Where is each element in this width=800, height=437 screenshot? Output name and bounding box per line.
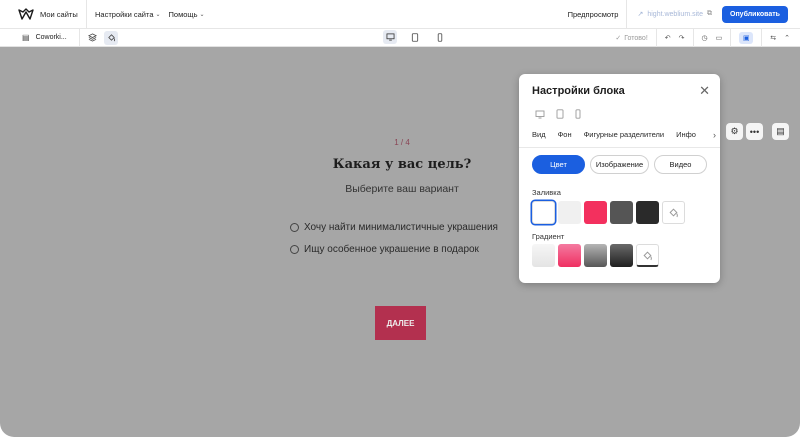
menu-site-settings-label: Настройки сайта [95,9,154,19]
answer-option-label: Ищу особенное украшение в подарок [304,244,479,255]
editor-toolbar: ▤ Coworki... ✓ Готово! ↶ ↷ ◷ ▭ ▣ ⇆ ⌃ [0,29,800,47]
paint-bucket-icon[interactable] [104,30,118,45]
paint-bucket-icon [669,208,678,218]
bg-type-video[interactable]: Видео [654,155,707,174]
tablet-icon[interactable] [408,30,422,44]
tab-view[interactable]: Вид [532,130,546,148]
tablet-icon[interactable] [556,106,564,124]
tab-info[interactable]: Инфо [676,130,696,148]
comments-icon[interactable]: ▭ [716,34,723,42]
mobile-icon[interactable] [575,106,581,124]
desktop-icon[interactable] [535,106,545,124]
fill-label: Заливка [532,188,561,197]
paint-bucket-icon [643,250,652,260]
block-settings-panel: Настройки блока ✕ Вид Фон Фигурные разде… [519,74,720,283]
device-switcher [378,30,447,44]
answer-option-label: Хочу найти минималистичные украшения [304,222,498,233]
check-icon: ✓ [615,35,622,42]
publish-button[interactable]: Опубликовать [722,5,788,23]
menu-help[interactable]: Помощь ⌄ [169,10,205,19]
external-link-icon: ↗ [637,11,644,18]
close-icon[interactable]: ✕ [699,84,710,97]
brand-label: Мои сайты [40,9,78,19]
fill-swatch-gray[interactable] [610,201,633,224]
gradient-swatch-none[interactable] [636,244,659,267]
tab-background[interactable]: Фон [557,130,572,148]
gradient-swatch-pink[interactable] [558,244,581,267]
app-window: Мои сайты Настройки сайта ⌄ Помощь ⌄ Пре… [0,0,800,437]
desktop-icon[interactable] [383,30,397,44]
copy-icon[interactable]: ⧉ [707,10,712,18]
answer-option[interactable]: Хочу найти минималистичные украшения [290,222,498,233]
block-layout-icon[interactable]: ▤ [772,123,789,140]
page-selector[interactable]: ▤ Coworki... [0,29,80,46]
gradient-swatch-dark[interactable] [610,244,633,267]
gradient-swatch-gray[interactable] [584,244,607,267]
menu-site-settings[interactable]: Настройки сайта ⌄ [95,10,161,19]
tab-dividers[interactable]: Фигурные разделители [584,130,665,148]
fill-swatch-none[interactable] [662,201,685,224]
menu-help-label: Помощь [168,9,198,19]
panel-device-switcher [535,106,581,124]
page-icon: ▤ [22,33,30,42]
chevron-down-icon: ⌄ [155,11,161,18]
gradient-swatches [532,244,659,267]
fill-swatch-light-gray[interactable] [558,201,581,224]
chevron-right-icon[interactable]: › [711,130,716,140]
site-domain-link[interactable]: ↗ hight.weblium.site ⧉ [626,0,722,28]
chevron-down-icon: ⌄ [199,11,205,18]
radio-icon [290,223,299,232]
preview-button[interactable]: Предпросмотр [568,10,619,19]
layers-icon[interactable] [85,31,99,45]
widget-icon[interactable]: ▣ [739,32,754,44]
gradient-label: Градиент [532,232,565,241]
top-bar: Мои сайты Настройки сайта ⌄ Помощь ⌄ Пре… [0,0,800,29]
fill-swatches [532,201,685,224]
bg-type-image[interactable]: Изображение [590,155,649,174]
settings-sliders-icon[interactable]: ⇆ [770,34,776,42]
more-options-icon[interactable]: ••• [746,123,763,140]
weblium-logo-icon [18,8,34,20]
fill-swatch-dark[interactable] [636,201,659,224]
fill-swatch-pink[interactable] [584,201,607,224]
chevron-up-icon[interactable]: ⌃ [784,34,790,42]
history-icon[interactable]: ◷ [702,34,708,42]
next-button[interactable]: ДАЛЕЕ [375,306,426,340]
answer-option[interactable]: Ищу особенное украшение в подарок [290,244,479,255]
save-status: ✓ Готово! [615,34,648,43]
undo-icon[interactable]: ↶ [665,34,671,42]
block-settings-gear-icon[interactable]: ⚙ [726,123,743,140]
gradient-swatch-light[interactable] [532,244,555,267]
panel-tabs: Вид Фон Фигурные разделители Инфо [532,130,720,148]
toolbar-right: ✓ Готово! ↶ ↷ ◷ ▭ ▣ ⇆ ⌃ [615,29,790,47]
block-tools: ⚙ ••• [726,123,763,140]
block-extra-tools: ▤ [772,123,789,140]
radio-icon [290,245,299,254]
redo-icon[interactable]: ↷ [679,34,685,42]
brand-link[interactable]: Мои сайты [0,0,87,28]
mobile-icon[interactable] [433,30,447,44]
panel-title: Настройки блока [532,85,625,97]
bg-type-color[interactable]: Цвет [532,155,585,174]
save-status-label: Готово! [624,34,648,42]
fill-swatch-white[interactable] [532,201,555,224]
page-name: Coworki... [35,34,67,41]
domain-label: hight.weblium.site [647,10,703,18]
